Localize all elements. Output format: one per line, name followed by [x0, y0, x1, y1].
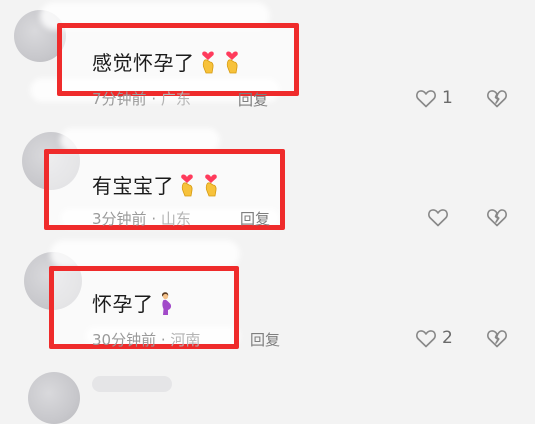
finger-heart-icon — [221, 49, 243, 75]
separator: · — [151, 210, 161, 228]
reply-button[interactable]: 回复 — [240, 208, 270, 229]
like-button[interactable]: 1 — [414, 86, 453, 110]
separator: · — [151, 90, 161, 108]
comment-text: 怀孕了 — [92, 288, 178, 317]
like-button[interactable]: 2 — [414, 326, 453, 350]
blurred-username — [92, 376, 172, 392]
heart-outline-icon — [416, 90, 436, 108]
comment-text: 感觉怀孕了 — [92, 47, 243, 76]
comment-location: 河南 — [170, 331, 201, 349]
comment-time: 30分钟前 — [92, 331, 157, 349]
avatar[interactable] — [28, 372, 80, 424]
comment-location: 山东 — [160, 210, 191, 228]
finger-heart-icon — [197, 49, 219, 75]
blur-overlay — [50, 240, 240, 268]
comment-meta: 3分钟前 · 山东 — [92, 208, 191, 229]
comment-meta: 7分钟前 · 广东 — [92, 88, 191, 109]
comment-body: 怀孕了 — [92, 292, 154, 316]
separator: · — [160, 331, 171, 349]
reply-button[interactable]: 回复 — [250, 329, 280, 350]
heart-outline-icon — [416, 330, 436, 348]
comment-time: 7分钟前 — [92, 90, 147, 108]
comment-body: 有宝宝了 — [92, 174, 174, 198]
reply-button[interactable]: 回复 — [238, 89, 268, 110]
broken-heart-icon[interactable] — [485, 326, 509, 350]
broken-heart-icon[interactable] — [485, 86, 509, 110]
broken-heart-icon[interactable] — [485, 205, 509, 229]
heart-outline-icon — [428, 209, 448, 227]
finger-heart-icon — [176, 172, 198, 198]
comment-time: 3分钟前 — [92, 210, 147, 228]
like-button[interactable] — [426, 205, 454, 229]
finger-heart-icon — [200, 172, 222, 198]
comment-body: 感觉怀孕了 — [92, 51, 195, 75]
pregnant-woman-icon — [156, 290, 178, 316]
like-count: 2 — [442, 328, 453, 348]
comment-location: 广东 — [160, 90, 191, 108]
comment-text: 有宝宝了 — [92, 170, 222, 199]
comment-meta: 30分钟前 · 河南 — [92, 329, 200, 350]
like-count: 1 — [442, 88, 453, 108]
